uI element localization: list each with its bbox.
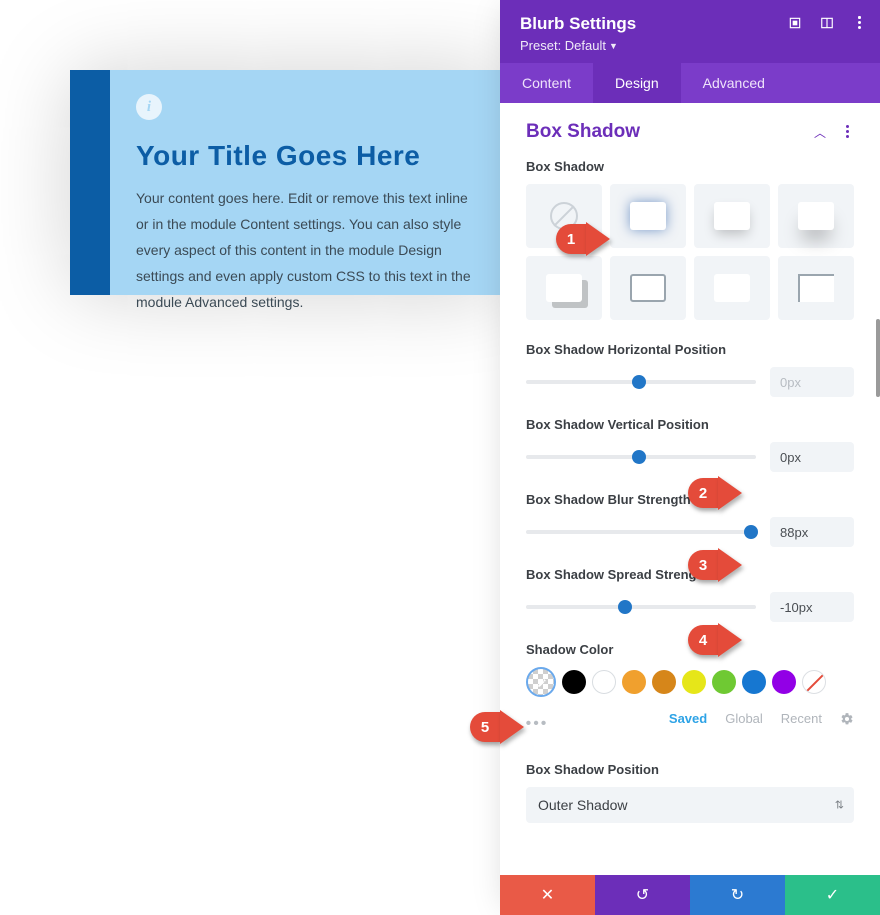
shadow-color-label: Shadow Color: [526, 642, 854, 657]
undo-button[interactable]: ↺: [595, 875, 690, 915]
box-shadow-label: Box Shadow: [526, 159, 854, 174]
gear-icon[interactable]: [840, 712, 854, 726]
shadow-option-7[interactable]: [778, 256, 854, 320]
swatch-transparent[interactable]: [526, 667, 556, 697]
shadow-color-swatches: [526, 667, 854, 697]
panel-tabs: Content Design Advanced: [500, 63, 880, 103]
close-icon: ✕: [541, 885, 554, 905]
info-icon: [136, 94, 162, 120]
caret-down-icon: ▼: [609, 41, 618, 51]
tab-design[interactable]: Design: [593, 63, 681, 103]
swatch-yellow[interactable]: [682, 670, 706, 694]
spread-label: Box Shadow Spread Strength: [526, 567, 854, 582]
color-tab-global[interactable]: Global: [725, 711, 763, 726]
vert-pos-input[interactable]: [770, 442, 854, 472]
swatch-black[interactable]: [562, 670, 586, 694]
shadow-option-none[interactable]: [526, 184, 602, 248]
slider-thumb[interactable]: [632, 375, 646, 389]
horiz-pos-slider[interactable]: [526, 380, 756, 384]
slider-thumb[interactable]: [632, 450, 646, 464]
slider-thumb[interactable]: [618, 600, 632, 614]
expand-icon[interactable]: [788, 16, 802, 30]
color-tab-row: Saved Global Recent: [669, 711, 854, 726]
slider-thumb[interactable]: [744, 525, 758, 539]
swatch-blue[interactable]: [742, 670, 766, 694]
color-tab-recent[interactable]: Recent: [781, 711, 822, 726]
section-kebab-icon[interactable]: [840, 125, 854, 139]
settings-panel: Blurb Settings Preset: Default ▼ Content…: [500, 0, 880, 915]
tab-content[interactable]: Content: [500, 63, 593, 103]
confirm-button[interactable]: ✓: [785, 875, 880, 915]
spread-input[interactable]: [770, 592, 854, 622]
swatch-orange[interactable]: [622, 670, 646, 694]
blur-label: Box Shadow Blur Strength: [526, 492, 854, 507]
vert-pos-label: Box Shadow Vertical Position: [526, 417, 854, 432]
shadow-position-select[interactable]: [526, 787, 854, 823]
swatch-green[interactable]: [712, 670, 736, 694]
shadow-option-2[interactable]: [694, 184, 770, 248]
redo-button[interactable]: ↻: [690, 875, 785, 915]
blur-input[interactable]: [770, 517, 854, 547]
color-tab-saved[interactable]: Saved: [669, 711, 707, 726]
undo-icon: ↺: [636, 885, 649, 905]
shadow-option-1[interactable]: [610, 184, 686, 248]
redo-icon: ↻: [731, 885, 744, 905]
blurb-title[interactable]: Your Title Goes Here: [136, 140, 483, 172]
shadow-option-4[interactable]: [526, 256, 602, 320]
panel-header: Blurb Settings Preset: Default ▼: [500, 0, 880, 63]
blur-slider[interactable]: [526, 530, 756, 534]
preset-label: Preset: Default: [520, 38, 606, 53]
blurb-body: Your Title Goes Here Your content goes h…: [110, 70, 515, 295]
tab-advanced[interactable]: Advanced: [681, 63, 787, 103]
shadow-option-6[interactable]: [694, 256, 770, 320]
swatch-white[interactable]: [592, 670, 616, 694]
swatch-purple[interactable]: [772, 670, 796, 694]
blurb-accent-stripe: [70, 70, 110, 295]
blurb-module[interactable]: Your Title Goes Here Your content goes h…: [70, 70, 515, 295]
collapse-toggle-icon[interactable]: ︿: [814, 124, 826, 141]
preview-canvas: Your Title Goes Here Your content goes h…: [70, 70, 515, 295]
horiz-pos-input[interactable]: [770, 367, 854, 397]
spread-slider[interactable]: [526, 605, 756, 609]
swatch-more-icon[interactable]: •••: [522, 715, 552, 733]
panel-footer: ✕ ↺ ↻ ✓: [500, 875, 880, 915]
confirm-icon: ✓: [826, 885, 839, 905]
section-title[interactable]: Box Shadow: [526, 121, 640, 143]
vert-pos-slider[interactable]: [526, 455, 756, 459]
scrollbar-thumb[interactable]: [876, 319, 880, 397]
panel-body: Box Shadow ︿ Box Shadow Box Shadow Horiz…: [500, 103, 880, 875]
blurb-text[interactable]: Your content goes here. Edit or remove t…: [136, 186, 483, 315]
shadow-option-3[interactable]: [778, 184, 854, 248]
close-button[interactable]: ✕: [500, 875, 595, 915]
shadow-option-5[interactable]: [610, 256, 686, 320]
shadow-position-label: Box Shadow Position: [526, 762, 854, 777]
kebab-menu-icon[interactable]: [852, 16, 866, 30]
swatch-amber[interactable]: [652, 670, 676, 694]
shadow-style-grid: [526, 184, 854, 320]
horiz-pos-label: Box Shadow Horizontal Position: [526, 342, 854, 357]
callout-badge: 5: [470, 712, 500, 742]
swatch-none[interactable]: [802, 670, 826, 694]
columns-icon[interactable]: [820, 16, 834, 30]
preset-selector[interactable]: Preset: Default ▼: [520, 38, 860, 53]
